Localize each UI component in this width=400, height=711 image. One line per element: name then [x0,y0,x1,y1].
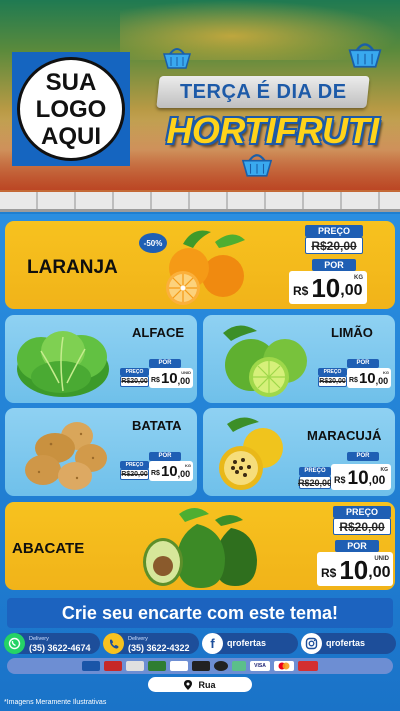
instagram-icon [301,633,322,654]
pix-icon [232,661,246,671]
product-name: LARANJA [27,257,118,278]
old-price: R$20,00 [305,237,363,254]
contact-phone[interactable]: Delivery (35) 3622-4322 [103,633,199,654]
product-name: BATATA [132,418,182,433]
new-price: R$ 10 ,00 UNID [317,552,393,586]
product-card-batata[interactable]: BATATA POR PREÇO R$20,00 R$ 10 ,00 KG [5,408,197,496]
shopping-basket-icon [241,154,273,177]
address-text: Rua [198,679,216,690]
discount-badge: -50% [139,233,167,253]
preco-label: PREÇO [299,467,331,476]
contact-value: qrofertas [227,638,267,648]
new-price: R$ 10 ,00 KG [347,368,391,388]
visa-icon: VISA [250,661,270,671]
logo-placeholder: SUA LOGO AQUI [12,52,130,166]
product-card-abacate[interactable]: ABACATE PREÇO R$20,00 POR R$ 10 ,00 UNID [5,502,395,590]
cta-text: Crie seu encarte com este tema! [61,602,339,623]
product-card-maracuja[interactable]: MARACUJÁ POR PREÇO R$20,00 R$ 10 ,00 KG [203,408,395,496]
card-icon [192,661,210,671]
cta-banner[interactable]: Crie seu encarte com este tema! [7,598,393,628]
new-price: R$ 10 ,00 KG [289,271,367,304]
title-banner-main: HORTIFRUTI [160,108,385,154]
new-price: R$ 10 ,00 KG [331,464,391,490]
facebook-icon: f [202,633,223,654]
card-icon [82,661,100,671]
card-icon [298,661,318,671]
title-top: TERÇA É DIA DE [179,80,347,103]
logo-line-1: SUA [45,68,97,96]
card-icon [126,661,144,671]
product-name: LIMÃO [331,325,373,340]
old-price: R$20,00 [297,476,333,489]
lime-image [223,325,307,397]
new-price: R$ 10 ,00 KG [149,461,193,481]
potato-image [25,422,107,490]
product-name: ALFACE [132,325,184,340]
new-price: R$ 10 ,00 UNID [149,368,193,388]
title-main: HORTIFRUTI [166,110,379,151]
orange-image [166,230,245,305]
preco-label: PREÇO [333,506,391,518]
whatsapp-icon [4,633,25,654]
card-icon [214,661,228,671]
card-icon [104,661,122,671]
lettuce-image [17,331,109,397]
product-name: ABACATE [12,540,85,557]
contact-value: qrofertas [326,638,366,648]
payment-methods: VISA [7,658,393,674]
por-label: POR [149,452,181,461]
shopping-basket-icon [348,43,382,68]
contact-value: (35) 3622-4322 [128,642,190,653]
contact-whatsapp[interactable]: Delivery (35) 3622-4674 [4,633,100,654]
por-label: POR [347,359,379,368]
shopping-basket-icon [163,48,191,69]
contact-instagram[interactable]: qrofertas [301,633,396,654]
title-banner-top: TERÇA É DIA DE [156,76,370,108]
product-card-limao[interactable]: LIMÃO POR PREÇO R$20,00 R$ 10 ,00 KG [203,315,395,403]
old-price: R$20,00 [120,376,149,387]
card-icon [170,661,188,671]
product-name: MARACUJÁ [307,428,382,443]
avocado-image [143,508,257,588]
preco-label: PREÇO [305,225,363,237]
por-label: POR [335,540,379,552]
mastercard-icon [274,661,294,671]
disclaimer: *Imagens Meramente Ilustrativas [4,699,107,706]
contact-facebook[interactable]: f qrofertas [202,633,298,654]
passion-fruit-image [219,417,283,490]
old-price: R$20,00 [333,518,391,535]
preco-label: PREÇO [120,368,149,376]
shelf-divider [0,192,400,212]
por-label: POR [347,452,379,461]
location-pin-icon [184,679,193,690]
preco-label: PREÇO [120,461,149,469]
card-icon [148,661,166,671]
address-pill[interactable]: Rua [148,677,252,692]
por-label: POR [149,359,181,368]
logo-line-3: AQUI [41,122,101,150]
logo-line-2: LOGO [35,95,107,123]
por-label: POR [312,259,356,271]
product-card-laranja[interactable]: LARANJA -50% PREÇO R$20,00 POR R$ 10 ,00… [5,221,395,309]
contact-value: (35) 3622-4674 [29,642,91,653]
old-price: R$20,00 [120,469,149,480]
old-price: R$20,00 [318,376,347,387]
preco-label: PREÇO [318,368,347,376]
phone-icon [103,633,124,654]
product-card-alface[interactable]: ALFACE POR PREÇO R$20,00 R$ 10 ,00 UNID [5,315,197,403]
